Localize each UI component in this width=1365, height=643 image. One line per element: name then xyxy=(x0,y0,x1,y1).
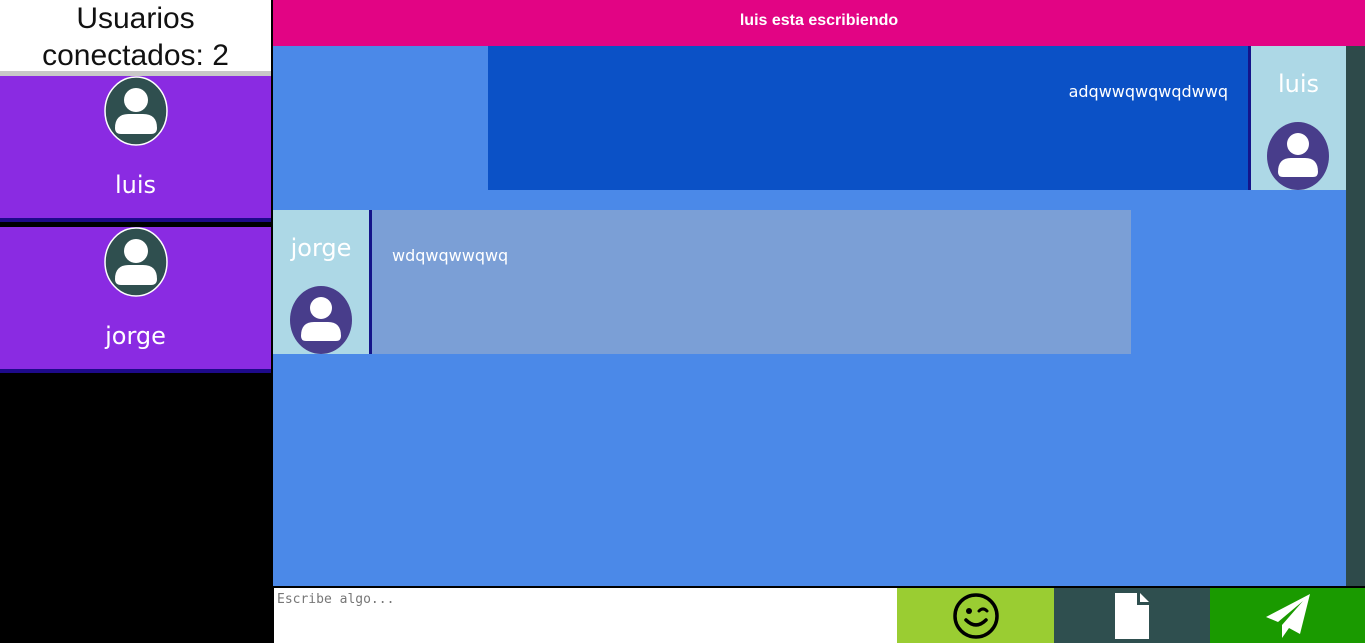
chat-messages-area[interactable]: adqwwqwqwqdwwq luis jorge wdqwqwwqwq xyxy=(273,46,1346,586)
sidebar-user-name: jorge xyxy=(105,322,166,350)
send-icon xyxy=(1265,593,1310,638)
message-text: wdqwqwwqwq xyxy=(392,246,509,265)
connected-users-title: Usuarios xyxy=(76,2,195,35)
user-avatar-icon xyxy=(290,286,352,354)
message-author-panel: luis xyxy=(1251,46,1346,190)
send-button[interactable] xyxy=(1210,588,1365,643)
message-text: adqwwqwqwqdwwq xyxy=(1068,82,1228,101)
typing-status-text: luis esta escribiendo xyxy=(739,12,899,29)
sidebar-user-name: luis xyxy=(114,171,157,199)
sidebar: Usuarios conectados: 2 luis jorge xyxy=(0,0,271,643)
user-avatar-icon xyxy=(1267,122,1329,190)
chat-scrollbar[interactable] xyxy=(1346,46,1365,586)
message-author-name: jorge xyxy=(290,234,352,262)
chat-message-other: jorge wdqwqwwqwq xyxy=(273,210,1131,354)
message-bubble: wdqwqwwqwq xyxy=(372,210,1131,354)
typing-status-bar: luis esta escribiendo xyxy=(273,0,1365,46)
message-author-name: luis xyxy=(1277,70,1320,98)
chat-message-mine: adqwwqwqwqdwwq luis xyxy=(488,46,1346,190)
file-icon xyxy=(1115,592,1149,639)
message-author-panel: jorge xyxy=(273,210,369,354)
user-avatar-icon xyxy=(104,227,168,297)
message-composer xyxy=(273,586,1365,643)
message-bubble: adqwwqwqwqdwwq xyxy=(488,46,1248,190)
connected-users-header: Usuarios conectados: 2 xyxy=(0,0,271,76)
sidebar-user-jorge[interactable]: jorge xyxy=(0,227,271,373)
wink-emoji-icon xyxy=(952,592,999,639)
message-input[interactable] xyxy=(274,588,897,643)
sidebar-user-luis[interactable]: luis xyxy=(0,76,271,222)
attach-file-button[interactable] xyxy=(1054,588,1210,643)
user-avatar-icon xyxy=(104,76,168,146)
emoji-button[interactable] xyxy=(897,588,1054,643)
connected-users-count: conectados: 2 xyxy=(42,39,229,72)
